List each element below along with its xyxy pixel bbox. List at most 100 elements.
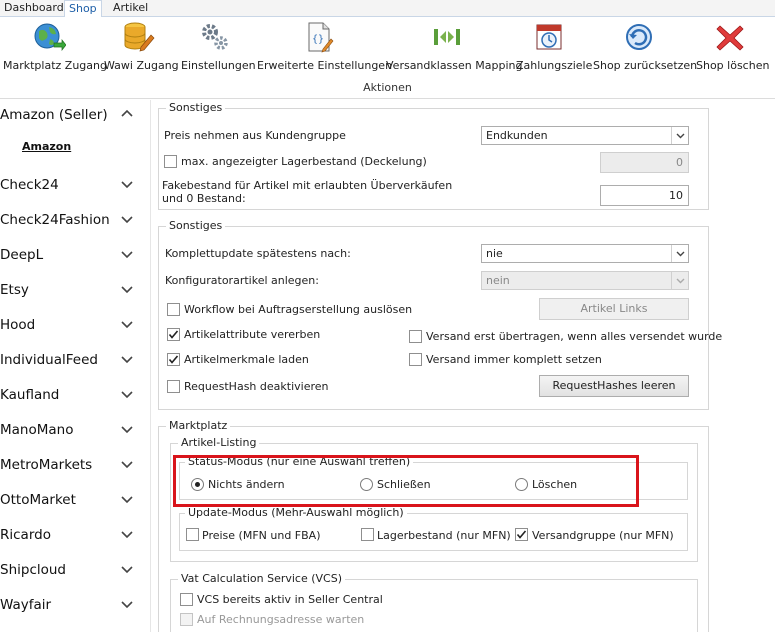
fake-stock-input[interactable]: 10 [600,185,689,206]
fieldset-legend: Sonstiges [166,101,226,114]
vcs-active-label: VCS bereits aktiv in Seller Central [197,593,383,606]
einstellungen-button[interactable]: Einstellungen [181,21,256,81]
check-icon [168,330,179,339]
price-group-value: Endkunden [486,129,548,142]
vcs-wait-label: Auf Rechnungsadresse warten [197,613,365,626]
artikel-links-button[interactable]: Artikel Links [539,298,689,320]
mapping-icon [430,21,464,53]
full-update-select[interactable]: nie [481,244,689,263]
erweiterte-einstellungen-button[interactable]: {} Erweiterte Einstellungen [257,21,393,81]
workflow-label: Workflow bei Auftragserstellung auslösen [184,303,413,316]
max-stock-label: max. angezeigter Lagerbestand (Deckelung… [181,155,427,168]
tab-artikel[interactable]: Artikel [109,0,152,17]
fieldset-legend: Marktplatz [166,419,231,432]
chevron-down-icon [121,461,133,469]
svg-text:{}: {} [312,34,324,45]
marktplatz-zugang-label: Marktplatz Zugang [3,59,107,72]
calendar-clock-icon [533,21,567,53]
reset-icon [623,21,657,53]
sidebar-item-ottomarket[interactable]: OttoMarket [0,489,145,511]
requesthash-label: RequestHash deaktivieren [184,380,329,393]
sidebar-item-individualfeed[interactable]: IndividualFeed [0,349,145,371]
shop-zuruecksetzen-label: Shop zurücksetzen [593,59,698,72]
sidebar-item-wayfair[interactable]: Wayfair [0,594,145,616]
sidebar-item-shipcloud[interactable]: Shipcloud [0,559,145,581]
ship-complete-label: Versand immer komplett setzen [426,353,602,366]
versandklassen-mapping-button[interactable]: Versandklassen Mapping [386,21,522,81]
sidebar-item-metromarkets[interactable]: MetroMarkets [0,454,145,476]
fieldset-legend: Vat Calculation Service (VCS) [178,572,346,585]
fieldset-legend: Artikel-Listing [178,436,260,449]
update-versandgruppe-checkbox[interactable] [515,528,528,541]
update-option-label: Lagerbestand (nur MFN) [377,529,511,542]
update-option-label: Versandgruppe (nur MFN) [532,529,674,542]
fieldset-legend: Sonstiges [166,219,226,232]
ship-complete-checkbox[interactable] [409,353,422,366]
gears-icon [198,21,232,53]
features-load-label: Artikelmerkmale laden [184,353,309,366]
features-load-checkbox[interactable] [167,353,180,366]
fake-stock-label-line1: Fakebestand für Artikel mit erlaubten Üb… [162,179,453,192]
configurator-label: Konfiguratorartikel anlegen: [165,274,319,287]
sidebar-item-hood[interactable]: Hood [0,314,145,336]
zahlungsziele-label: Zahlungsziele [516,59,593,72]
sidebar-item-manomano[interactable]: ManoMano [0,419,145,441]
tab-shop[interactable]: Shop [64,0,102,18]
update-option-label: Preise (MFN und FBA) [202,529,321,542]
fake-stock-label-line2: und 0 Bestand: [162,192,246,205]
max-stock-input[interactable]: 0 [600,152,689,173]
attr-inherit-checkbox[interactable] [167,328,180,341]
document-code-icon: {} [301,21,335,53]
sidebar-item-kaufland[interactable]: Kaufland [0,384,145,406]
price-group-label: Preis nehmen aus Kundengruppe [164,129,346,142]
configurator-select[interactable]: nein [481,271,689,290]
vcs-wait-checkbox[interactable] [180,613,193,626]
configurator-value: nein [486,274,510,287]
sidebar-item-deepl[interactable]: DeepL [0,244,145,266]
sidebar-item-check24[interactable]: Check24 [0,174,145,196]
max-stock-checkbox[interactable] [164,155,177,168]
chevron-down-icon [121,251,133,259]
ship-first-label: Versand erst übertragen, wenn alles vers… [426,330,723,343]
workflow-checkbox[interactable] [167,303,180,316]
marktplatz-zugang-button[interactable]: Marktplatz Zugang [3,21,107,81]
chevron-down-icon [121,391,133,399]
erweiterte-einstellungen-label: Erweiterte Einstellungen [257,59,393,72]
wawi-zugang-label: Wawi Zugang [104,59,179,72]
requesthashes-clear-button[interactable]: RequestHashes leeren [539,375,689,397]
sidebar-item-etsy[interactable]: Etsy [0,279,145,301]
highlight-box [173,455,639,507]
marketplace-sidebar: Amazon (Seller) Amazon Check24 Check24Fa… [0,100,150,632]
requesthash-checkbox[interactable] [167,380,180,393]
chevron-up-icon [121,109,133,117]
delete-icon [713,21,747,53]
tab-dashboard[interactable]: Dashboard [0,0,68,17]
vcs-active-checkbox[interactable] [180,593,193,606]
shop-zuruecksetzen-button[interactable]: Shop zurücksetzen [593,21,698,81]
sidebar-item-check24fashion[interactable]: Check24Fashion [0,209,145,231]
chevron-down-icon [121,496,133,504]
zahlungsziele-button[interactable]: Zahlungsziele [516,21,593,81]
content-divider [150,100,151,632]
shop-loeschen-label: Shop löschen [696,59,770,72]
ribbon-toolbar: Marktplatz Zugang Wawi Zugang Einstellun… [0,17,775,99]
update-lagerbestand-checkbox[interactable] [361,528,374,541]
shop-loeschen-button[interactable]: Shop löschen [696,21,770,81]
wawi-zugang-button[interactable]: Wawi Zugang [104,21,179,81]
chevron-down-icon [121,321,133,329]
chevron-down-icon [121,356,133,364]
check-icon [516,530,527,539]
price-group-select[interactable]: Endkunden [481,126,689,145]
tab-bar: Dashboard Shop Artikel [0,0,775,18]
check-icon [168,355,179,364]
sidebar-item-ricardo[interactable]: Ricardo [0,524,145,546]
fieldset-legend: Update-Modus (Mehr-Auswahl möglich) [185,506,407,519]
chevron-down-icon [671,127,688,144]
chevron-down-icon [121,601,133,609]
sidebar-subitem-amazon[interactable]: Amazon [22,140,71,153]
update-preise-checkbox[interactable] [186,528,199,541]
sidebar-item-amazon-seller[interactable]: Amazon (Seller) [0,104,145,126]
chevron-down-icon [121,216,133,224]
chevron-down-icon [121,426,133,434]
ship-first-checkbox[interactable] [409,330,422,343]
